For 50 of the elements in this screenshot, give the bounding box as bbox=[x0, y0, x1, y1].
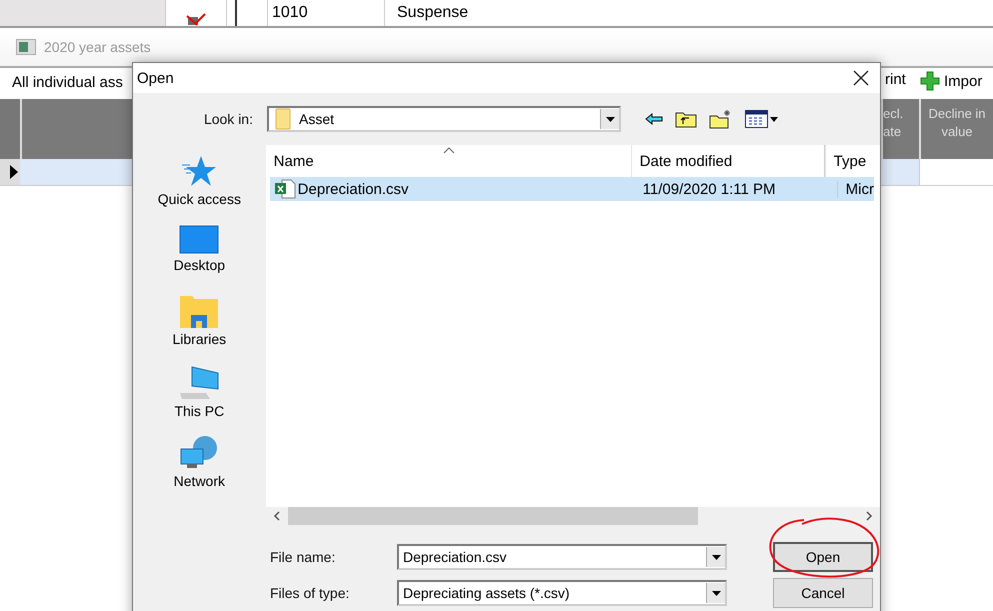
sort-caret-icon bbox=[442, 147, 455, 154]
dropdown-arrow-icon bbox=[712, 590, 720, 596]
file-name-label: File name: bbox=[269, 549, 336, 565]
folder-icon bbox=[179, 295, 220, 329]
desktop-icon bbox=[179, 225, 220, 255]
places-item[interactable]: This PC bbox=[174, 365, 224, 435]
places-item[interactable]: Desktop bbox=[174, 225, 226, 295]
print-button[interactable]: rint bbox=[885, 71, 906, 88]
look-in-dropdown[interactable]: Asset bbox=[267, 106, 621, 132]
filter-label: All individual ass bbox=[12, 74, 123, 90]
back-arrow-icon[interactable] bbox=[645, 113, 663, 125]
column-header[interactable]: Name bbox=[266, 145, 631, 177]
scroll-right-icon[interactable] bbox=[864, 511, 874, 521]
file-type-label: Files of type: bbox=[269, 585, 350, 601]
deleted-item-icon bbox=[185, 12, 207, 26]
import-button[interactable]: Impor bbox=[920, 71, 982, 91]
table-cell bbox=[235, 0, 268, 26]
column-header: Decline in value bbox=[919, 99, 993, 159]
dialog-title: Open bbox=[137, 70, 174, 86]
close-icon[interactable] bbox=[853, 70, 869, 86]
table-cell-text: Suspense bbox=[396, 3, 468, 23]
places-item[interactable]: Network bbox=[174, 435, 226, 505]
places-item[interactable]: Quick access bbox=[158, 155, 241, 225]
dropdown-arrow-icon bbox=[606, 116, 614, 122]
folder-icon bbox=[275, 108, 291, 130]
plus-icon bbox=[920, 71, 940, 91]
look-in-label: Look in: bbox=[202, 111, 253, 127]
places-item[interactable]: Libraries bbox=[172, 295, 226, 365]
file-row[interactable]: Depreciation.csv 11/09/2020 1:11 PM Micr bbox=[270, 177, 874, 201]
view-menu-icon[interactable] bbox=[745, 110, 779, 128]
row-pointer-icon bbox=[10, 165, 18, 179]
open-button[interactable]: Open bbox=[773, 542, 873, 572]
new-folder-icon[interactable] bbox=[709, 109, 733, 129]
cancel-button[interactable]: Cancel bbox=[773, 578, 873, 608]
file-type-dropdown[interactable]: Depreciating assets (*.csv) bbox=[397, 580, 727, 606]
star-icon bbox=[181, 155, 218, 189]
window-icon bbox=[16, 39, 36, 55]
column-header: ecl. ate bbox=[881, 99, 919, 159]
file-name-field[interactable]: Depreciation.csv bbox=[397, 544, 727, 570]
up-folder-icon[interactable] bbox=[675, 110, 697, 128]
spreadsheet-file-icon bbox=[274, 179, 296, 199]
table-cell: 1010 bbox=[268, 0, 385, 26]
row-header-cell bbox=[0, 99, 22, 159]
dropdown-arrow-icon bbox=[712, 554, 720, 560]
scroll-left-icon[interactable] bbox=[272, 511, 282, 521]
row-selector-cell[interactable] bbox=[0, 159, 20, 185]
network-icon bbox=[179, 435, 220, 471]
window-title: 2020 year assets bbox=[44, 39, 151, 55]
computer-icon bbox=[178, 365, 220, 401]
horizontal-scrollbar[interactable] bbox=[266, 507, 880, 525]
